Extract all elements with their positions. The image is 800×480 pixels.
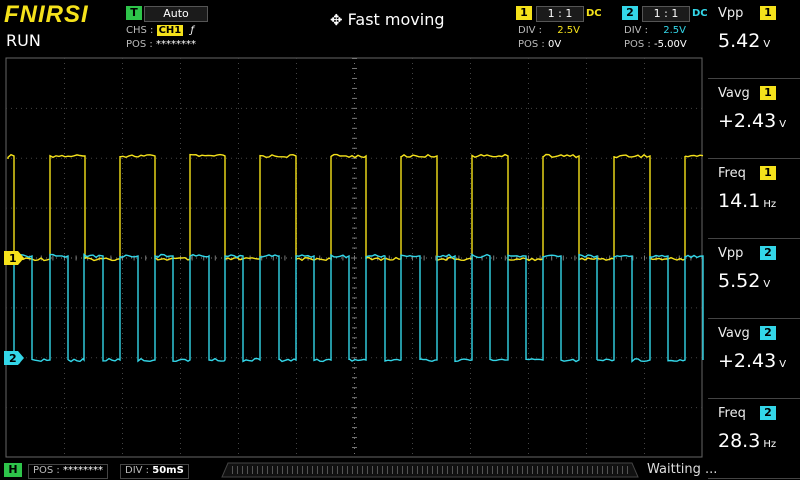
measurement-number: 5.52 [718, 270, 761, 292]
measurement-vpp-ch1[interactable]: Vpp 1 5.42 V [708, 0, 800, 79]
measurement-number: 5.42 [718, 30, 761, 52]
ch1-marker-label: 1 [9, 252, 17, 265]
measurement-label: Freq [718, 406, 746, 421]
ch2-pos: POS : -5.00V [624, 39, 687, 51]
brand-logo: FNIRSI [4, 1, 89, 28]
ch2-badge[interactable]: 2 [622, 6, 638, 20]
move-mode-label: Fast moving [347, 10, 445, 29]
ch1-badge[interactable]: 1 [516, 6, 532, 20]
measurement-number: 28.3 [718, 430, 761, 452]
measurement-channel-badge: 2 [760, 246, 776, 260]
rising-edge-icon: ƒ [190, 25, 194, 36]
measurement-value: 5.42 V [718, 30, 770, 52]
measurement-channel-badge: 1 [760, 86, 776, 100]
ch1-div-label: DIV : [518, 25, 543, 36]
timebase-label: DIV : [125, 465, 150, 476]
memory-position-bar[interactable] [220, 462, 640, 478]
ch2-coupling[interactable]: DC [692, 8, 708, 19]
measurement-unit: Hz [763, 439, 777, 450]
measurement-value: 14.1 Hz [718, 190, 776, 212]
ch2-marker-label: 2 [9, 352, 17, 365]
ch2-div-label: DIV : [624, 25, 649, 36]
ch1-level-marker[interactable]: 1 [4, 250, 26, 266]
run-state[interactable]: RUN [6, 31, 41, 50]
horizontal-pos-value: ******** [62, 465, 103, 476]
trigger-pos: POS : ******** [126, 39, 196, 51]
chs-channel: CH1 [156, 25, 184, 36]
measurement-freq-ch2[interactable]: Freq 2 28.3 Hz [708, 400, 800, 479]
measurement-label: Vavg [718, 86, 750, 101]
timebase[interactable]: DIV : 50mS [120, 464, 189, 479]
measurement-vpp-ch2[interactable]: Vpp 2 5.52 V [708, 240, 800, 319]
move-mode[interactable]: ✥ Fast moving [330, 10, 445, 29]
ch2-div-value: 2.5V [663, 25, 686, 36]
measurement-number: +2.43 [718, 350, 777, 372]
ch2-div: DIV : 2.5V [624, 25, 686, 37]
measurement-unit: V [779, 119, 787, 130]
measurement-unit: Hz [763, 199, 777, 210]
measurement-channel-badge: 1 [760, 166, 776, 180]
trigger-mode[interactable]: Auto [144, 6, 208, 22]
timebase-value: 50mS [152, 465, 184, 476]
measurement-value: +2.43 V [718, 350, 786, 372]
ch1-probe-ratio[interactable]: 1 : 1 [536, 6, 584, 22]
measurement-channel-badge: 2 [760, 406, 776, 420]
trigger-pos-value: ******** [155, 39, 196, 50]
measurement-channel-badge: 2 [760, 326, 776, 340]
measurement-label: Vavg [718, 326, 750, 341]
ch1-div: DIV : 2.5V [518, 25, 580, 37]
status-text: Waitting ... [647, 462, 718, 477]
measurement-label: Freq [718, 166, 746, 181]
measurement-number: +2.43 [718, 110, 777, 132]
measurement-label: Vpp [718, 6, 744, 21]
measurement-unit: V [779, 359, 787, 370]
horizontal-pos-label: POS : [33, 465, 60, 476]
ch2-level-marker[interactable]: 2 [4, 350, 26, 366]
measurement-channel-badge: 1 [760, 6, 776, 20]
measurement-label: Vpp [718, 246, 744, 261]
horizontal-badge: H [4, 463, 22, 477]
measurement-vavg-ch1[interactable]: Vavg 1 +2.43 V [708, 80, 800, 159]
measurement-unit: V [763, 39, 771, 50]
horizontal-pos[interactable]: POS : ******** [28, 464, 108, 479]
ch2-pos-label: POS : [624, 39, 651, 50]
ch1-pos: POS : 0V [518, 39, 561, 51]
ch2-probe-ratio[interactable]: 1 : 1 [642, 6, 690, 22]
waveform-screen[interactable] [0, 57, 708, 459]
trigger-pos-label: POS : [126, 39, 153, 50]
ch1-pos-value: 0V [547, 39, 562, 50]
ch1-div-value: 2.5V [557, 25, 580, 36]
measurement-freq-ch1[interactable]: Freq 1 14.1 Hz [708, 160, 800, 239]
ch1-coupling[interactable]: DC [586, 8, 602, 19]
ch1-pos-label: POS : [518, 39, 545, 50]
measurement-value: +2.43 V [718, 110, 786, 132]
measurement-number: 14.1 [718, 190, 761, 212]
trigger-source[interactable]: CHS : CH1 ƒ [126, 25, 194, 37]
measurement-value: 28.3 Hz [718, 430, 776, 452]
measurement-vavg-ch2[interactable]: Vavg 2 +2.43 V [708, 320, 800, 399]
measurement-unit: V [763, 279, 771, 290]
trigger-badge: T [126, 6, 142, 20]
measurement-value: 5.52 V [718, 270, 770, 292]
chs-label: CHS : [126, 25, 154, 36]
ch2-pos-value: -5.00V [653, 39, 687, 50]
move-arrows-icon: ✥ [330, 11, 343, 29]
